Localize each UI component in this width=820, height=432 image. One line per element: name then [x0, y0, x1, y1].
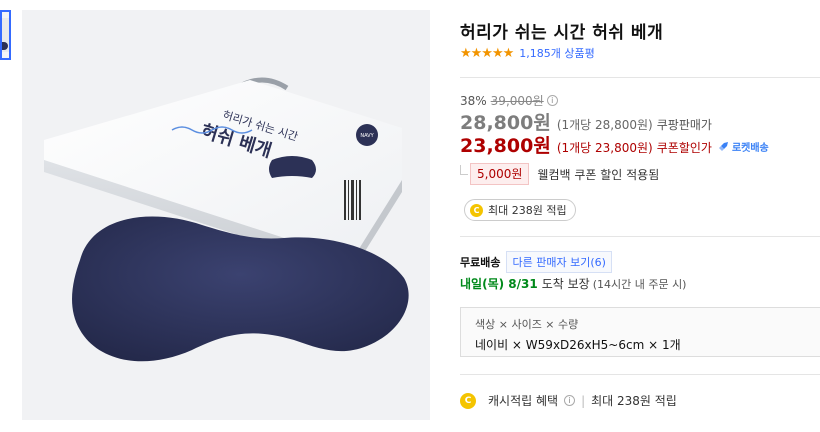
option-values: 네이비 × W59xD26xH5~6cm × 1개: [475, 338, 681, 352]
star-rating-icon: ★★★★★: [460, 45, 514, 61]
rocket-delivery-label: 로켓배송: [731, 142, 769, 154]
thumbnail-pillow: [2, 42, 8, 50]
box-pillow-print: [269, 156, 316, 178]
coupon-price: 23,800원: [460, 135, 551, 157]
coupon-unit-price: (1개당 23,800원): [556, 141, 653, 155]
divider: [460, 236, 820, 237]
cashback-row: C 캐시적립 혜택 i | 최대 238원 적립: [460, 392, 677, 409]
other-sellers-button[interactable]: 다른 판매자 보기(6): [506, 251, 612, 273]
cash-coin-icon: C: [470, 203, 483, 217]
coupon-price-row: 23,800원 (1개당 23,800원) 쿠폰할인가 로켓배송: [460, 131, 769, 158]
product-main-image: 허리가 쉬는 시간 허쉬 베개 NAVY: [22, 10, 430, 420]
option-names: 색상 × 사이즈 × 수량: [475, 318, 579, 331]
delivery-row: 내일(목) 8/31 도착 보장 (14시간 내 주문 시): [460, 275, 686, 292]
cashback-pill-text: 최대 238원 적립: [488, 204, 567, 217]
divider: [460, 374, 820, 375]
box-badge-text: NAVY: [360, 133, 374, 139]
coupon-row: 5,000원 웰컴백 쿠폰 할인 적용됨: [460, 163, 660, 185]
discount-row: 38% 39,000원 i: [460, 92, 558, 109]
info-icon[interactable]: i: [546, 95, 558, 106]
product-illustration: 허리가 쉬는 시간 허쉬 베개 NAVY: [44, 77, 409, 362]
original-price: 39,000원: [490, 94, 544, 108]
option-summary-box[interactable]: 색상 × 사이즈 × 수량 네이비 × W59xD26xH5~6cm × 1개: [460, 307, 820, 357]
cash-coin-icon: C: [460, 392, 476, 409]
shipping-row: 무료배송 다른 판매자 보기(6): [460, 251, 612, 273]
thumbnail-selected[interactable]: [0, 10, 11, 60]
coupon-price-label: 쿠폰할인가: [656, 141, 712, 155]
free-shipping-label: 무료배송: [460, 256, 501, 269]
delivery-guarantee: 도착 보장: [541, 277, 590, 291]
delivery-date: 내일(목) 8/31: [460, 277, 538, 291]
delivery-note: (14시간 내 주문 시): [592, 278, 687, 291]
divider: [460, 77, 820, 78]
product-info-panel: 허리가 쉬는 시간 허쉬 베개 ★★★★★ 1,185개 상품평 38% 39,…: [460, 0, 820, 432]
coupon-amount-tag: 5,000원: [470, 163, 530, 185]
discount-rate: 38%: [460, 93, 487, 108]
review-count-link[interactable]: 1,185개 상품평: [519, 45, 594, 61]
coupon-applied-text: 웰컴백 쿠폰 할인 적용됨: [537, 167, 660, 182]
cashback-label: 캐시적립 혜택: [488, 394, 559, 408]
cashback-value: 최대 238원 적립: [591, 394, 677, 408]
separator: |: [581, 393, 586, 408]
rocket-delivery-badge: 로켓배송: [718, 139, 769, 154]
rating-row: ★★★★★ 1,185개 상품평: [460, 44, 595, 62]
rocket-icon: [718, 142, 728, 151]
coupon-connector: [460, 165, 468, 175]
cashback-pill: C 최대 238원 적립: [464, 199, 576, 221]
info-icon[interactable]: i: [564, 395, 576, 406]
product-title: 허리가 쉬는 시간 허쉬 베개: [460, 23, 664, 43]
